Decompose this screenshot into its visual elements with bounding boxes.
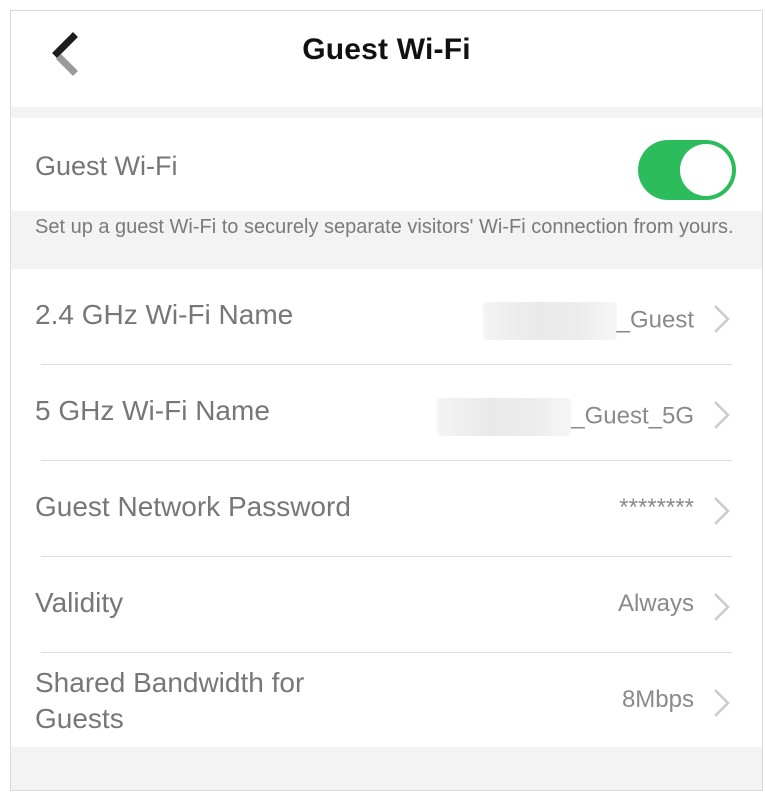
setting-row-shared-bandwidth[interactable]: Shared Bandwidth for Guests 8Mbps bbox=[11, 653, 762, 749]
settings-list: 2.4 GHz Wi-Fi Name _Guest 5 GHz Wi-Fi Na… bbox=[11, 269, 762, 747]
setting-label: 5 GHz Wi-Fi Name bbox=[35, 395, 270, 426]
setting-value-text: _Guest_5G bbox=[571, 402, 694, 430]
setting-value: _Guest_5G bbox=[437, 398, 694, 436]
chevron-right-icon bbox=[712, 400, 732, 430]
navigation-bar: Guest Wi-Fi bbox=[11, 11, 762, 107]
chevron-right-icon bbox=[712, 592, 732, 622]
setting-value-text: _Guest bbox=[616, 306, 694, 334]
setting-row-24ghz-name[interactable]: 2.4 GHz Wi-Fi Name _Guest bbox=[11, 269, 762, 365]
chevron-right-icon bbox=[712, 496, 732, 526]
setting-value: Always bbox=[617, 590, 694, 617]
setting-row-validity[interactable]: Validity Always bbox=[11, 557, 762, 653]
toggle-knob bbox=[680, 144, 732, 196]
setting-label: Guest Network Password bbox=[35, 491, 351, 522]
obscured-text bbox=[437, 398, 572, 436]
guest-wifi-toggle-row: Guest Wi-Fi bbox=[11, 118, 762, 211]
page-title: Guest Wi-Fi bbox=[302, 33, 471, 66]
app-screen: Guest Wi-Fi Guest Wi-Fi Set up a guest W… bbox=[10, 10, 763, 791]
setting-label: Validity bbox=[35, 587, 124, 618]
setting-value: 8Mbps bbox=[621, 686, 694, 713]
guest-wifi-toggle-label: Guest Wi-Fi bbox=[35, 151, 178, 181]
chevron-right-icon bbox=[712, 304, 732, 334]
obscured-text bbox=[482, 302, 617, 340]
guest-wifi-description: Set up a guest Wi-Fi to securely separat… bbox=[35, 216, 734, 238]
guest-wifi-toggle[interactable] bbox=[638, 140, 736, 200]
setting-row-5ghz-name[interactable]: 5 GHz Wi-Fi Name _Guest_5G bbox=[11, 365, 762, 461]
setting-row-guest-password[interactable]: Guest Network Password ******** bbox=[11, 461, 762, 557]
setting-label: 2.4 GHz Wi-Fi Name bbox=[35, 299, 294, 330]
setting-value: _Guest bbox=[482, 302, 694, 340]
setting-value: ******** bbox=[619, 494, 694, 521]
chevron-right-icon bbox=[712, 688, 732, 718]
setting-label: Shared Bandwidth for Guests bbox=[35, 667, 305, 734]
